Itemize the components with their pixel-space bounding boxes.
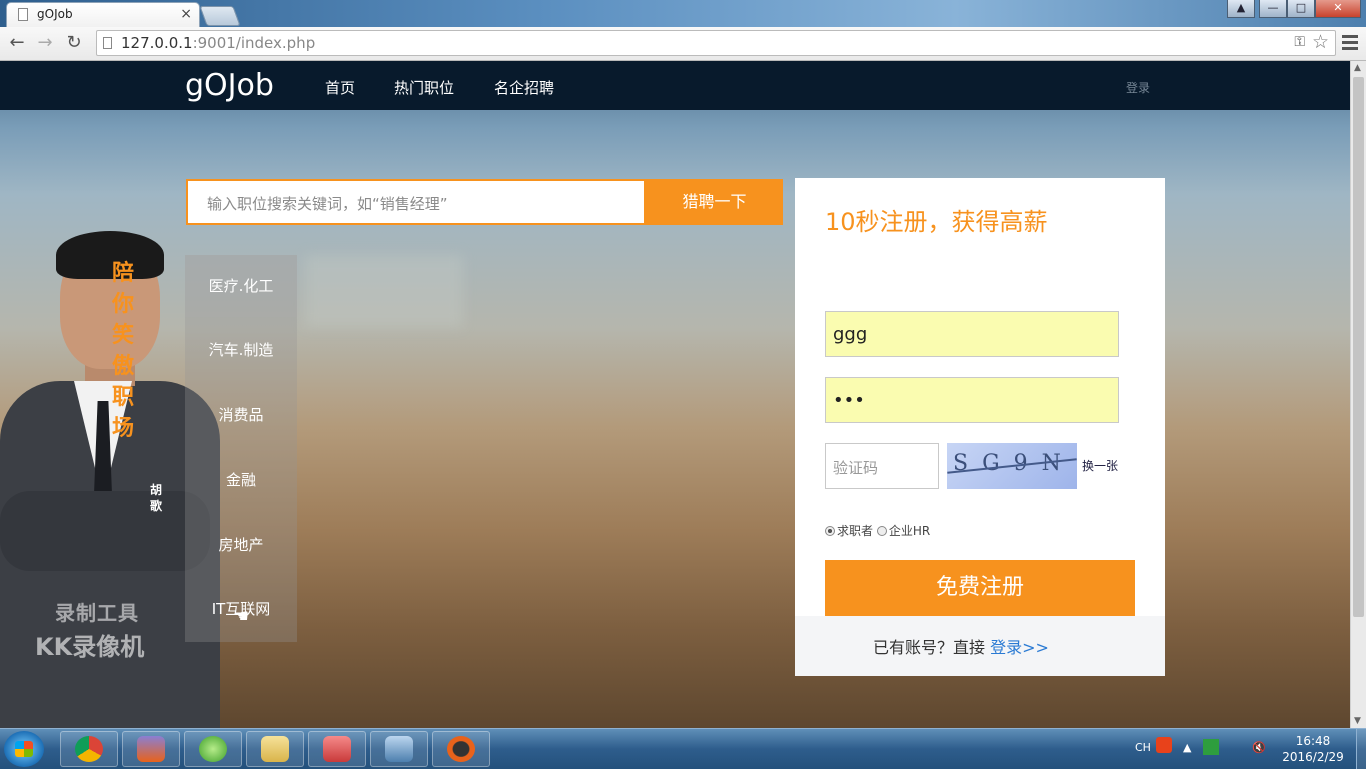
browser-toolbar: ← → ↻ 127.0.0.1:9001/index.php ⚿ ☆ (0, 27, 1366, 61)
windows-logo-icon (15, 741, 33, 757)
address-bar[interactable]: 127.0.0.1:9001/index.php ⚿ ☆ (96, 30, 1336, 56)
volume-icon[interactable]: 🔇 (1252, 741, 1266, 754)
show-desktop-button[interactable] (1356, 729, 1366, 769)
maximize-button[interactable]: □ (1287, 0, 1315, 18)
forward-icon[interactable]: → (34, 32, 56, 53)
role-seeker-radio[interactable] (825, 526, 835, 536)
browser-titlebar: gOJob × ▲ — □ ✕ (0, 0, 1366, 27)
picture-icon (385, 736, 413, 762)
captcha-refresh-link[interactable]: 换一张 (1082, 457, 1118, 474)
role-seeker-label: 求职者 (837, 524, 874, 538)
tab-close-icon[interactable]: × (180, 6, 192, 22)
register-panel: 10秒注册，获得高薪 ggg ••• 验证码 SG9N 换一张 求职者 企业HR… (795, 178, 1165, 676)
menu-icon[interactable] (1342, 35, 1358, 53)
browser-tab[interactable]: gOJob × (6, 2, 200, 27)
role-hr-radio[interactable] (876, 526, 887, 536)
taskbar-app3[interactable] (184, 731, 242, 767)
taskbar-app5[interactable] (308, 731, 366, 767)
url-text: 127.0.0.1:9001/index.php (121, 34, 315, 52)
tab-title: gOJob (37, 7, 73, 21)
captcha-text: SG9N (953, 451, 1075, 476)
search-placeholder: 输入职位搜索关键词，如“销售经理” (207, 195, 448, 213)
taskbar-explorer[interactable] (246, 731, 304, 767)
captcha-image[interactable]: SG9N (947, 443, 1077, 489)
blurred-ad-area (305, 255, 463, 327)
category-realestate[interactable]: 房地产 (185, 513, 297, 577)
ime-indicator[interactable]: CH (1135, 741, 1151, 754)
register-submit-button[interactable]: 免费注册 (825, 560, 1135, 616)
scroll-down-icon[interactable]: ▼ (1354, 716, 1361, 726)
hand-cursor-icon: ☚ (233, 606, 250, 627)
php-icon (137, 736, 165, 762)
minimize-button[interactable]: — (1259, 0, 1287, 18)
role-hr-label: 企业HR (888, 524, 931, 538)
login-link[interactable]: 登录>> (990, 638, 1049, 657)
captcha-placeholder: 验证码 (833, 459, 879, 477)
page-scrollbar[interactable]: ▲ ▼ (1350, 61, 1366, 728)
help-button[interactable]: ▲ (1227, 0, 1255, 18)
eraser-icon (323, 736, 351, 762)
nav-top-companies[interactable]: 名企招聘 (494, 77, 554, 98)
register-title: 10秒注册，获得高薪 (825, 208, 1048, 236)
role-selector: 求职者 企业HR (825, 522, 930, 539)
captcha-input[interactable]: 验证码 (825, 443, 939, 489)
page-viewport: gOJob 首页 热门职位 名企招聘 登录 陪你笑傲职场 胡歌 录制工具 KK录… (0, 61, 1350, 728)
job-search-input[interactable]: 输入职位搜索关键词，如“销售经理” (186, 179, 646, 225)
nav-hot-jobs[interactable]: 热门职位 (394, 77, 454, 98)
password-field[interactable]: ••• (825, 377, 1119, 423)
tray-expand-icon[interactable]: ▲ (1183, 741, 1191, 754)
banner-signature: 胡歌 (150, 483, 163, 513)
windows-taskbar: CH ▲ 🔇 16:48 2016/2/29 (0, 728, 1366, 769)
recorder-icon (447, 736, 475, 762)
close-window-button[interactable]: ✕ (1315, 0, 1361, 18)
site-logo[interactable]: gOJob (185, 68, 274, 103)
search-button[interactable]: 猎聘一下 (646, 179, 783, 225)
page-icon (18, 8, 28, 21)
new-tab-button[interactable] (199, 6, 241, 26)
watermark-line2: KK录像机 (35, 633, 145, 661)
username-field[interactable]: ggg (825, 311, 1119, 357)
site-navbar: gOJob 首页 热门职位 名企招聘 登录 (0, 61, 1350, 110)
page-info-icon[interactable] (103, 37, 112, 49)
start-button[interactable] (4, 731, 44, 767)
have-account-text: 已有账号？直接 登录>> (873, 634, 1049, 658)
back-icon[interactable]: ← (6, 32, 28, 53)
category-consumer[interactable]: 消费品 (185, 383, 297, 447)
reload-icon[interactable]: ↻ (63, 32, 85, 53)
clock-time: 16:48 (1295, 734, 1331, 748)
clock-date: 2016/2/29 (1282, 750, 1344, 764)
nav-home[interactable]: 首页 (325, 77, 355, 98)
key-icon[interactable]: ⚿ (1294, 34, 1305, 50)
register-footer: 已有账号？直接 登录>> (795, 616, 1165, 676)
url-host: 127.0.0.1 (121, 34, 193, 52)
category-list: 医疗.化工 汽车.制造 消费品 金融 房地产 IT互联网 (185, 255, 297, 642)
banner-slogan: 陪你笑傲职场 (112, 260, 135, 441)
taskbar-phpstorm[interactable] (122, 731, 180, 767)
network-icon[interactable] (1203, 739, 1219, 755)
have-account-label: 已有账号？直接 (873, 638, 986, 657)
taskbar-chrome[interactable] (60, 731, 118, 767)
chrome-icon (75, 736, 103, 762)
nav-login-link[interactable]: 登录 (1126, 79, 1150, 96)
green-app-icon (199, 736, 227, 762)
category-auto[interactable]: 汽车.制造 (185, 317, 297, 383)
scrollbar-thumb[interactable] (1353, 77, 1364, 617)
taskbar-kk-recorder[interactable] (432, 731, 490, 767)
category-medical[interactable]: 医疗.化工 (185, 255, 297, 317)
sogou-icon[interactable] (1156, 737, 1172, 753)
system-clock[interactable]: 16:48 2016/2/29 (1282, 733, 1344, 765)
taskbar-app6[interactable] (370, 731, 428, 767)
bookmark-star-icon[interactable]: ☆ (1312, 31, 1329, 53)
watermark-line1: 录制工具 (55, 601, 139, 625)
category-finance[interactable]: 金融 (185, 447, 297, 513)
folder-icon (261, 736, 289, 762)
scroll-up-icon[interactable]: ▲ (1354, 63, 1361, 73)
url-path: :9001/index.php (192, 34, 316, 52)
